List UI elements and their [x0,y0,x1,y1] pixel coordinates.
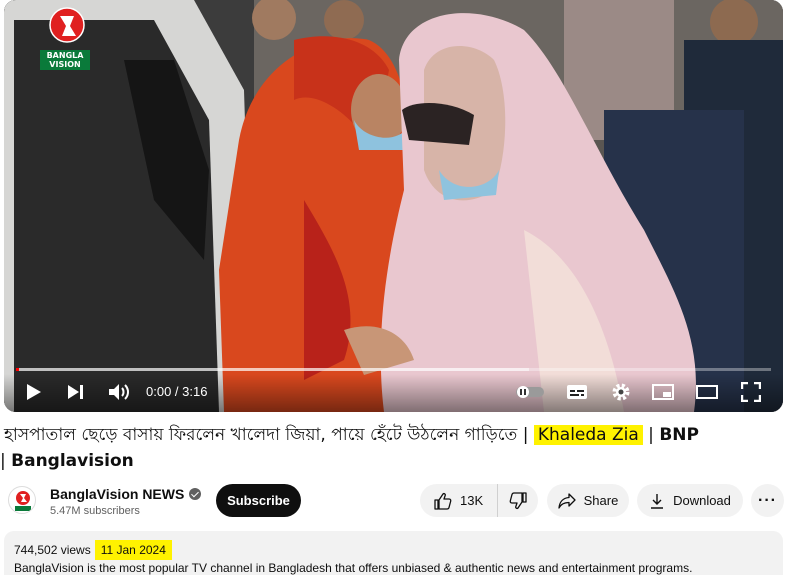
title-highlight-tag: Khaleda Zia [533,425,643,445]
buffered-bar [16,368,530,371]
miniplayer-icon [652,384,674,400]
subtitles-button[interactable] [564,380,590,404]
download-icon [651,493,664,509]
channel-row: BanglaVision NEWS 5.47M subscribers Subs… [4,484,785,520]
download-button[interactable]: Download [637,484,743,517]
channel-avatar-logo-icon [15,491,31,511]
fullscreen-icon [741,382,761,402]
youtube-watch-page: BANGLA VISION 0:00 / 3:16 হাসপাতাল ছেড়ে… [0,0,789,575]
share-button[interactable]: Share [547,484,629,517]
title-tag-bnp: BNP [659,425,699,445]
like-button[interactable]: 13K [420,484,498,517]
volume-button[interactable] [106,380,132,404]
description-box[interactable]: 744,502 views 11 Jan 2024 BanglaVision i… [4,531,783,575]
player-controls: 0:00 / 3:16 [4,374,783,412]
play-icon [27,384,41,400]
time-display: 0:00 / 3:16 [146,384,208,399]
title-bengali: হাসপাতাল ছেড়ে বাসায় ফিরলেন খালেদা জিয়… [4,425,518,445]
fullscreen-button[interactable] [738,380,764,404]
miniplayer-button[interactable] [650,380,676,404]
channel-name[interactable]: BanglaVision NEWS [50,486,202,502]
next-button[interactable] [64,380,88,404]
banglavision-logo-icon [49,7,85,43]
play-button[interactable] [22,380,46,404]
settings-icon [612,383,630,401]
channel-name-text[interactable]: BanglaVision NEWS [50,486,184,502]
channel-avatar[interactable] [8,486,36,514]
thumbs-down-icon [509,491,527,509]
verified-badge-icon [189,488,202,500]
description-meta: 744,502 views 11 Jan 2024 [14,539,773,561]
volume-icon [109,384,129,400]
description-text: BanglaVision is the most popular TV chan… [14,561,693,575]
video-frame-image [4,0,783,412]
logo-wordmark: BANGLA VISION [40,50,90,70]
video-title: হাসপাতাল ছেড়ে বাসায় ফিরলেন খালেদা জিয়… [0,422,785,474]
channel-logo: BANGLA VISION [40,6,94,70]
subscribe-button[interactable]: Subscribe [216,484,301,517]
share-icon [557,492,576,509]
played-bar [16,368,20,371]
theater-icon [696,385,718,399]
upload-date: 11 Jan 2024 [94,540,172,560]
title-separator: | [0,451,12,471]
download-label: Download [673,493,731,508]
title-tag-banglavision: Banglavision [11,451,134,471]
dislike-button[interactable] [498,484,538,517]
more-actions-button[interactable]: ··· [751,484,784,517]
autoplay-toggle-icon [516,386,544,398]
like-dislike-group: 13K [420,484,538,517]
share-label: Share [583,493,619,508]
title-separator: | [517,425,534,445]
view-count: 744,502 views [14,543,91,557]
video-frame[interactable] [4,0,783,412]
subtitles-icon [567,385,587,399]
settings-button[interactable] [608,380,634,404]
thumbs-up-icon [434,492,452,510]
title-separator: | [642,425,660,445]
like-count: 13K [460,493,484,508]
video-player[interactable]: BANGLA VISION 0:00 / 3:16 [4,0,783,412]
next-icon [68,385,83,399]
subscriber-count: 5.47M subscribers [50,505,140,517]
progress-bar[interactable] [16,368,771,371]
more-icon: ··· [758,491,777,509]
autoplay-toggle[interactable] [514,380,546,404]
theater-button[interactable] [694,380,720,404]
